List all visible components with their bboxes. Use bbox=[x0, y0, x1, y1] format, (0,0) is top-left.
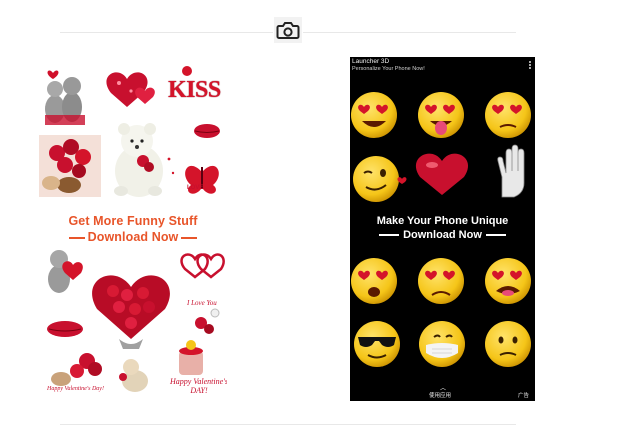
ad-banner-launcher-3d[interactable]: Launcher 3D Personalize Your Phone Now! bbox=[350, 57, 535, 401]
emoji-tongue-heart-eyes bbox=[418, 92, 464, 138]
white-bear-sticker bbox=[114, 123, 175, 197]
i-love-you-text: I Love You bbox=[187, 299, 217, 307]
ad-label: 广告 bbox=[517, 393, 529, 399]
emoji-sunglasses bbox=[354, 321, 400, 367]
emoji-mask bbox=[419, 321, 465, 367]
happy-valentines-text: Happy Valentine's DAY! bbox=[170, 377, 227, 395]
kiss-text: KISS bbox=[168, 77, 221, 103]
download-now-line[interactable]: Download Now bbox=[39, 230, 227, 244]
roses-sticker bbox=[195, 308, 220, 334]
emoji-worried bbox=[485, 321, 531, 367]
emoji-raised-hand bbox=[497, 144, 525, 198]
svg-text:LOVE: LOVE bbox=[187, 185, 203, 191]
promo-headline: Get More Funny Stuff bbox=[68, 214, 198, 228]
dash-right bbox=[485, 234, 506, 236]
dash-left bbox=[68, 236, 85, 239]
use-app-link[interactable]: 使用应用 bbox=[429, 391, 451, 399]
happy-valentines-small: Happy Valentine's Day! bbox=[47, 386, 104, 392]
ad-bottom-bar: ︿ 使用应用 广告 bbox=[350, 386, 535, 401]
emoji-sad-heart-eyes bbox=[485, 92, 531, 138]
ad-banner-love-stickers[interactable]: LOVE KISS I Love You Get More Funny Stuf… bbox=[39, 61, 227, 401]
launcher-promo-headline: Make Your Phone Unique bbox=[376, 215, 509, 227]
camera-button[interactable] bbox=[273, 16, 303, 44]
teddy-couple-sticker bbox=[45, 70, 85, 125]
download-now-text: Download Now bbox=[87, 230, 179, 244]
camera-icon bbox=[274, 17, 302, 43]
butterfly-sticker: LOVE bbox=[185, 165, 219, 194]
outline-hearts-sticker bbox=[180, 253, 225, 279]
glitter-hearts-sticker bbox=[106, 72, 155, 107]
emoji-frown-heart-eyes bbox=[418, 258, 464, 304]
launcher-download-text: Download Now bbox=[403, 229, 482, 241]
lips-sticker-2 bbox=[47, 321, 83, 337]
emoji-shocked-heart-eyes bbox=[351, 258, 397, 304]
emoji-red-heart bbox=[415, 153, 469, 195]
teddy-heart-sticker bbox=[48, 250, 83, 293]
rose-heart-sticker bbox=[92, 275, 170, 349]
emoji-crying-heart-eyes bbox=[485, 258, 531, 304]
small-teddy-sticker bbox=[119, 359, 148, 392]
lips-sticker bbox=[194, 124, 220, 138]
dash-right bbox=[181, 236, 198, 239]
gift-jar-sticker bbox=[179, 340, 203, 375]
roses-bear-sticker bbox=[39, 135, 101, 197]
emoji-wink bbox=[353, 156, 407, 202]
emoji-heart-eyes bbox=[351, 92, 397, 138]
bouquet-sticker bbox=[51, 353, 102, 386]
dash-left bbox=[379, 234, 400, 236]
launcher-download-line[interactable]: Download Now bbox=[350, 229, 535, 241]
